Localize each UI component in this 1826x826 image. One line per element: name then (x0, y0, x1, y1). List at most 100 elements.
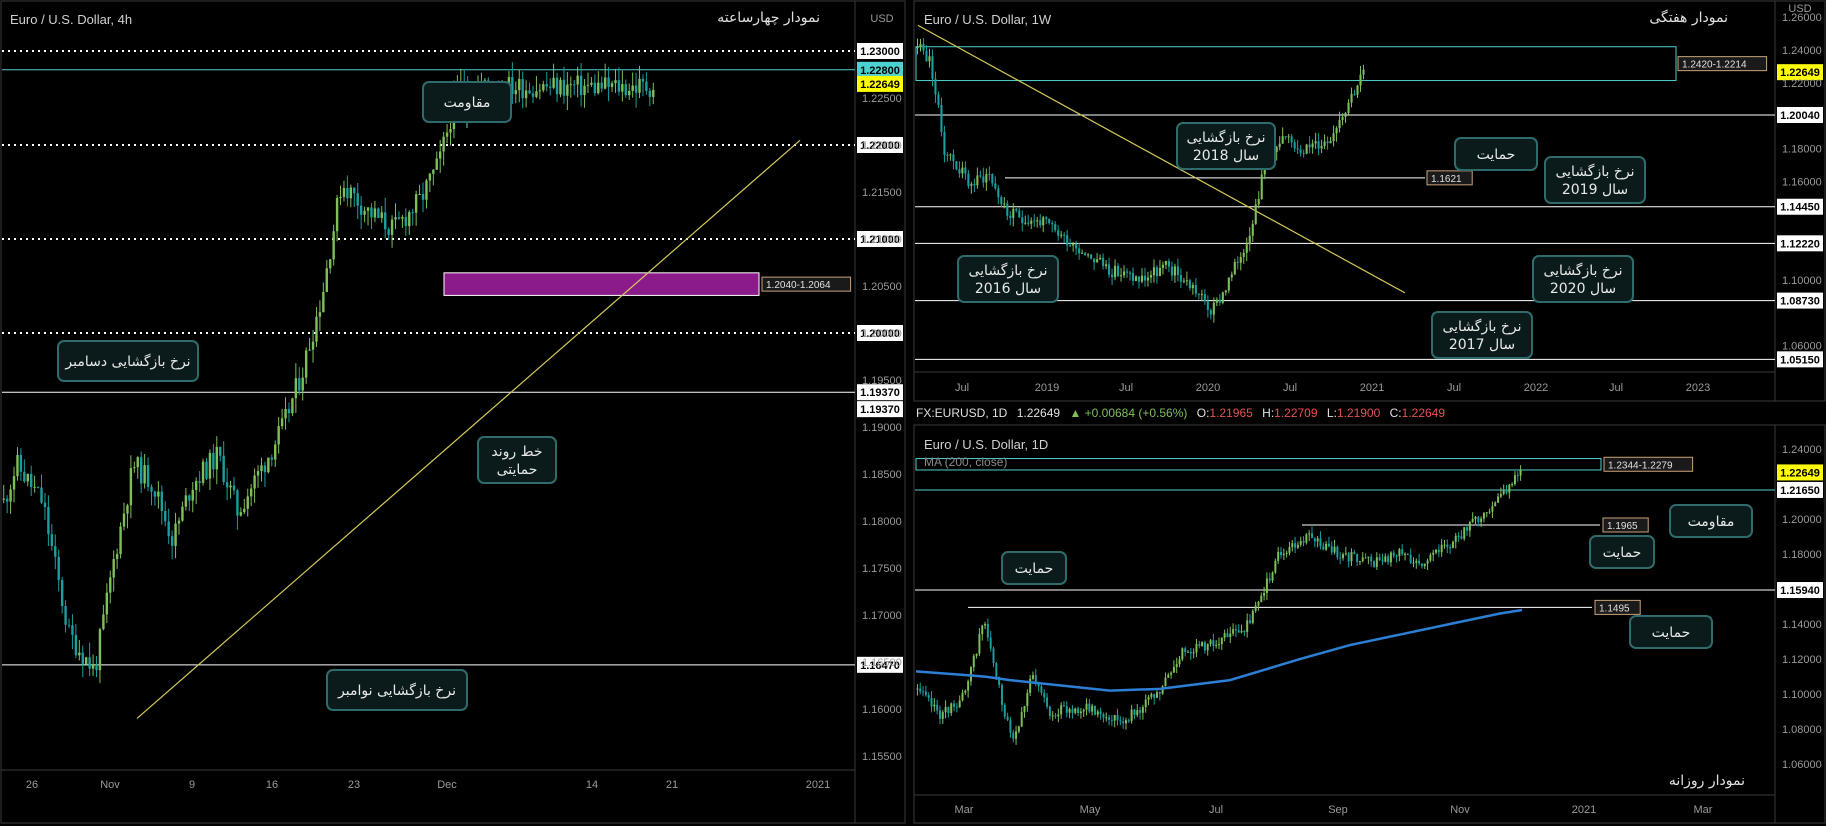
d1-candle-body (1147, 696, 1150, 700)
d1-candle-body (1108, 717, 1111, 720)
d1-candle-body (1401, 549, 1404, 555)
w1-candle-body (1146, 277, 1150, 281)
h4-candle-body (36, 486, 40, 488)
d1-candle-body (1246, 620, 1249, 632)
d1-x-tick: Mar (955, 804, 974, 816)
d1-candle-body (1189, 651, 1192, 654)
w1-candle-body (1003, 203, 1006, 205)
d1-candle-body (1023, 706, 1026, 713)
h4-candle-body (122, 513, 126, 527)
d1-candle-body (1463, 527, 1466, 539)
d1-candle-body (1195, 644, 1198, 653)
w1-candle-body (1012, 208, 1015, 218)
h4-candle-body (445, 132, 449, 137)
d1-candle-body (1251, 610, 1254, 623)
h4-candle-body (514, 90, 518, 95)
h4-candle-body (332, 231, 335, 260)
d1-candle-body (1153, 694, 1156, 698)
h4-candle-body (349, 187, 353, 199)
info-high-key: H: (1262, 406, 1274, 420)
d1-candle-body (1288, 547, 1291, 553)
d1-candle-body (1296, 544, 1299, 548)
d1-candle-body (1139, 710, 1142, 713)
h4-candle-body (590, 82, 593, 85)
d1-candle-body (1218, 644, 1220, 646)
pane-d1-fa-title: نمودار روزانه (1669, 773, 1745, 789)
w1-candle-body (1200, 294, 1203, 296)
h4-candle-body (167, 521, 170, 537)
w1-candle-body (958, 169, 961, 174)
w1-ann-support-text: حمایت (1477, 147, 1516, 163)
d1-candle-body (1240, 630, 1243, 633)
d1-candle-body (1229, 633, 1232, 638)
d1-candle-body (1387, 556, 1390, 563)
d1-candle-body (1175, 664, 1178, 668)
h4-price-tag-text: 1.22800 (860, 65, 900, 77)
w1-ann-2020-text: نرخ بازگشایی (1543, 262, 1622, 279)
w1-ann-2019: نرخ بازگشایی سال 2019 (1544, 156, 1646, 204)
d1-candle-body (1325, 543, 1328, 550)
h4-candle-body (236, 490, 239, 516)
d1-y-tick: 1.24000 (1782, 444, 1822, 456)
d1-candle-body (1449, 547, 1452, 549)
d1-x-tick: Jul (1209, 804, 1223, 816)
d1-candle-body (1003, 704, 1006, 717)
d1-candle-body (1477, 516, 1480, 523)
h4-candle-body (78, 652, 81, 656)
d1-candle-body (1144, 699, 1147, 708)
d1-candle-body (1378, 557, 1381, 561)
w1-candle-body (1191, 284, 1194, 289)
w1-candle-body (1134, 276, 1138, 281)
h4-candle-body (287, 408, 291, 414)
h4-candle-body (524, 90, 528, 99)
h4-candle-body (40, 487, 43, 503)
w1-ann-2017-text: نرخ بازگشایی (1442, 318, 1521, 335)
d1-candle-body (1364, 557, 1367, 559)
d1-candle-body (1299, 540, 1302, 545)
h4-candle-body (562, 79, 566, 96)
d1-x-tick: May (1080, 804, 1101, 816)
d1-candle-body (1091, 705, 1094, 712)
h4-candle-body (212, 452, 215, 470)
h4-candle-body (194, 481, 198, 490)
h4-candle-body (188, 495, 191, 501)
d1-candle-body (1178, 659, 1181, 665)
w1-candle-body (1185, 280, 1188, 282)
w1-x-tick: 2020 (1196, 382, 1220, 394)
d1-candle-body (1156, 692, 1158, 698)
h4-candle-body (566, 84, 569, 96)
d1-candle-body (1505, 490, 1508, 493)
d1-candle-body (1409, 554, 1412, 563)
d1-candle-body (1308, 533, 1311, 535)
d1-candle-body (1356, 553, 1359, 563)
h4-candle-body (449, 129, 452, 133)
h4-ann-trend-support-text: حمایتی (497, 462, 538, 478)
h4-candle-body (219, 447, 222, 456)
d1-candle-body (933, 704, 936, 707)
d1-price-tag-text: 1.15940 (1780, 585, 1820, 597)
h4-candle-body (115, 554, 119, 560)
h4-candle-body (586, 84, 590, 86)
w1-candle-body (1224, 290, 1227, 293)
pane-d1-title: Euro / U.S. Dollar, 1D (924, 437, 1048, 452)
d1-candle-body (1277, 551, 1280, 561)
w1-ann-2020: نرخ بازگشایی سال 2020 (1532, 255, 1634, 303)
d1-candle-body (1460, 536, 1463, 539)
w1-candle-body (1125, 271, 1129, 273)
h4-candle-body (5, 498, 9, 502)
d1-candle-body (1164, 677, 1167, 687)
h4-candle-body (652, 89, 655, 97)
h4-candle-body (249, 488, 253, 497)
h4-candle-body (71, 625, 74, 635)
h4-candle-body (329, 259, 332, 269)
d1-candle-body (1243, 630, 1246, 632)
w1-candle-body (1218, 299, 1221, 303)
d1-candle-body (1226, 633, 1229, 638)
w1-candle-body (1030, 220, 1033, 224)
w1-candle-body (1117, 265, 1120, 277)
h4-candle-body (366, 207, 370, 211)
d1-candle-body (1508, 484, 1511, 493)
d1-candle-body (953, 703, 956, 707)
w1-candle-body (919, 44, 922, 47)
d1-candle-body (1389, 552, 1392, 563)
